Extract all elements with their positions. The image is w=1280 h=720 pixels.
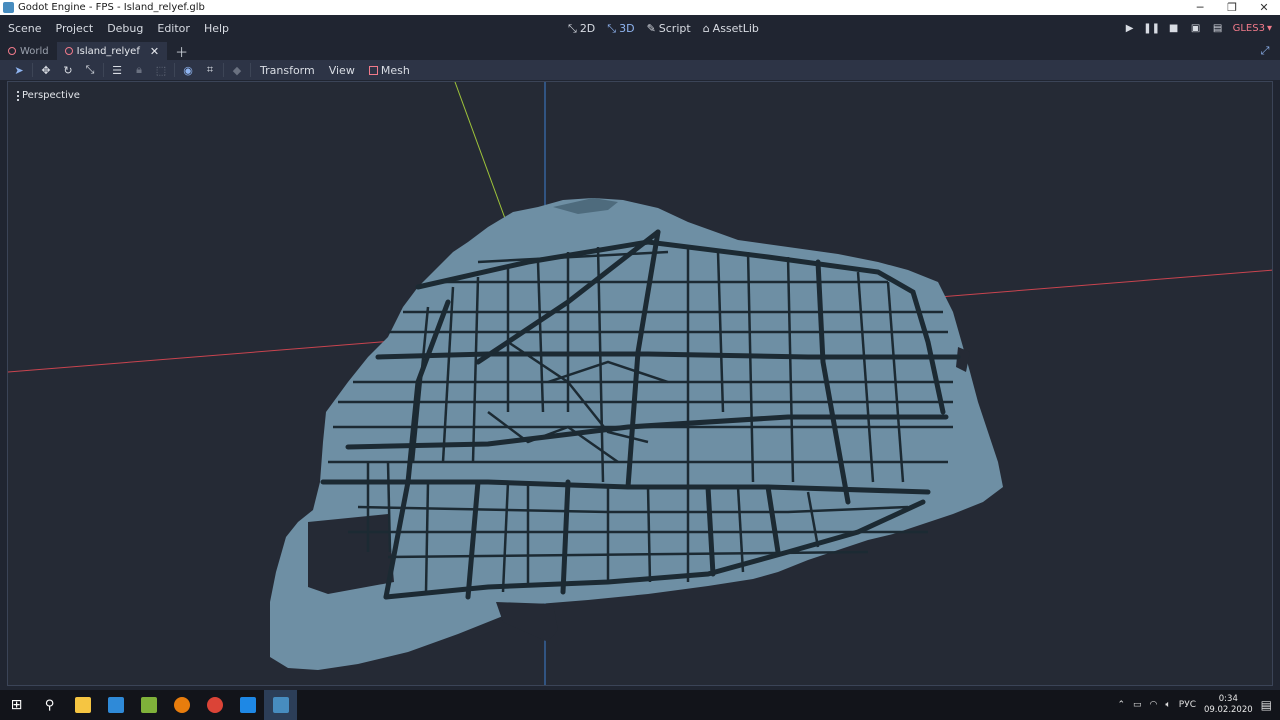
minimize-button[interactable]: ─: [1184, 0, 1216, 15]
move-tool-icon[interactable]: ✥: [35, 61, 57, 79]
camera-preview-icon[interactable]: ◆: [226, 61, 248, 79]
spatial-editor-toolbar: ➤ ✥ ↻ ⤡ ☰ 🔒︎ ⬚ ◉ ⌗ ◆ Transform View Mesh: [0, 60, 1280, 80]
menu-debug[interactable]: Debug: [101, 22, 149, 35]
taskbar-vscode[interactable]: [231, 690, 264, 720]
list-select-icon[interactable]: ☰: [106, 61, 128, 79]
view-menu[interactable]: View: [322, 64, 362, 77]
vscode-icon: [239, 697, 256, 713]
renderer-selector[interactable]: GLES3 ▾: [1233, 23, 1272, 34]
menu-project[interactable]: Project: [50, 22, 100, 35]
windows-logo-icon: ⊞: [10, 697, 23, 713]
scene-icon: [64, 47, 73, 55]
workspace-script-button[interactable]: ✎ Script: [647, 22, 691, 35]
restore-button[interactable]: ❐: [1216, 0, 1248, 15]
rotate-tool-icon[interactable]: ↻: [57, 61, 79, 79]
2d-icon: ⤡: [568, 21, 577, 35]
taskbar-chrome[interactable]: [198, 690, 231, 720]
menu-scene[interactable]: Scene: [2, 22, 48, 35]
stop-button[interactable]: ■: [1167, 22, 1181, 36]
vscode-icon: [107, 697, 124, 713]
scene-tabs-bar: World Island_relyef ✕ ＋: [0, 42, 1280, 61]
menu-help[interactable]: Help: [198, 22, 235, 35]
folder-icon: [74, 697, 91, 713]
wifi-icon[interactable]: ◠: [1150, 700, 1158, 710]
play-scene-button[interactable]: ▣: [1189, 22, 1203, 36]
workspace-switcher: ⤡ 2D ⤡ 3D ✎ Script ⌂ AssetLib: [568, 15, 759, 42]
workspace-2d-button[interactable]: ⤡ 2D: [568, 22, 595, 36]
run-controls: ▶ ❚❚ ■ ▣ ▤ GLES3 ▾: [1123, 15, 1272, 42]
scene-icon: [8, 47, 16, 55]
pause-button[interactable]: ❚❚: [1143, 22, 1160, 36]
3d-viewport[interactable]: Perspective: [7, 81, 1273, 686]
blender-icon: [173, 697, 190, 713]
clock-time: 0:34: [1218, 694, 1238, 704]
menu-editor[interactable]: Editor: [151, 22, 196, 35]
taskbar-app-green[interactable]: [132, 690, 165, 720]
window-title-bar: Godot Engine - FPS - Island_relyef.glb ─…: [0, 0, 1280, 15]
group-icon[interactable]: ⬚: [150, 61, 172, 79]
volume-icon[interactable]: 🔈︎: [1165, 700, 1170, 710]
godot-icon: [272, 697, 289, 713]
mesh-menu[interactable]: Mesh: [362, 64, 417, 77]
taskbar-godot[interactable]: [264, 690, 297, 720]
clock-date: 09.02.2020: [1203, 705, 1253, 715]
taskbar-file-explorer[interactable]: [66, 690, 99, 720]
toolbar-divider: [223, 63, 224, 77]
snap-icon[interactable]: ⌗: [199, 61, 221, 79]
harbor-basin: [308, 514, 394, 594]
app-icon: [140, 697, 157, 713]
close-window-button[interactable]: ✕: [1248, 0, 1280, 15]
window-title: Godot Engine - FPS - Island_relyef.glb: [18, 2, 205, 13]
select-tool-icon[interactable]: ➤: [8, 61, 30, 79]
workspace-assetlib-button[interactable]: ⌂ AssetLib: [703, 22, 759, 35]
island-surface: [270, 198, 1003, 670]
viewport-scene: [8, 82, 1272, 685]
search-icon: ⚲: [44, 697, 55, 713]
taskbar-visual-studio[interactable]: [99, 690, 132, 720]
workspace-3d-button[interactable]: ⤡ 3D: [607, 22, 634, 36]
chrome-icon: [206, 697, 223, 713]
perspective-menu[interactable]: Perspective: [17, 90, 80, 101]
script-icon: ✎: [646, 22, 656, 35]
close-tab-icon[interactable]: ✕: [150, 45, 159, 58]
toolbar-divider: [103, 63, 104, 77]
play-custom-scene-button[interactable]: ▤: [1211, 22, 1225, 36]
play-button[interactable]: ▶: [1123, 22, 1137, 36]
language-indicator[interactable]: РУС: [1179, 700, 1196, 710]
godot-app-icon: [3, 2, 14, 13]
os-taskbar: ⊞ ⚲ ⌃ ▭ ◠ 🔈︎ РУС 0:34 09.02.2020 ▤: [0, 690, 1280, 720]
taskbar-blender[interactable]: [165, 690, 198, 720]
island-mesh: [270, 198, 1003, 670]
toolbar-divider: [250, 63, 251, 77]
add-scene-tab-button[interactable]: ＋: [175, 42, 188, 61]
tab-island-relyef[interactable]: Island_relyef ✕: [56, 42, 168, 60]
mesh-icon: [368, 65, 378, 75]
harbor-inlet: [496, 602, 558, 642]
lock-icon[interactable]: 🔒︎: [128, 61, 150, 79]
tab-world[interactable]: World: [0, 42, 57, 60]
windows-start-button[interactable]: ⊞: [0, 690, 33, 720]
toolbar-divider: [32, 63, 33, 77]
transform-menu[interactable]: Transform: [253, 64, 322, 77]
chevron-down-icon: ▾: [1266, 23, 1272, 34]
system-tray: ⌃ ▭ ◠ 🔈︎ РУС 0:34 09.02.2020 ▤: [1117, 690, 1280, 720]
notifications-icon[interactable]: ▤: [1261, 698, 1272, 712]
clock[interactable]: 0:34 09.02.2020: [1204, 694, 1253, 716]
scale-tool-icon[interactable]: ⤡: [79, 61, 101, 79]
assetlib-icon: ⌂: [702, 22, 710, 35]
search-button[interactable]: ⚲: [33, 690, 66, 720]
toolbar-divider: [174, 63, 175, 77]
chevron-up-icon[interactable]: ⌃: [1117, 700, 1125, 710]
distraction-free-button[interactable]: ⤢: [1258, 44, 1272, 58]
3d-icon: ⤡: [607, 21, 617, 35]
battery-icon[interactable]: ▭: [1133, 700, 1142, 710]
viewport-menu-icon: [17, 90, 19, 101]
local-space-icon[interactable]: ◉: [177, 61, 199, 79]
